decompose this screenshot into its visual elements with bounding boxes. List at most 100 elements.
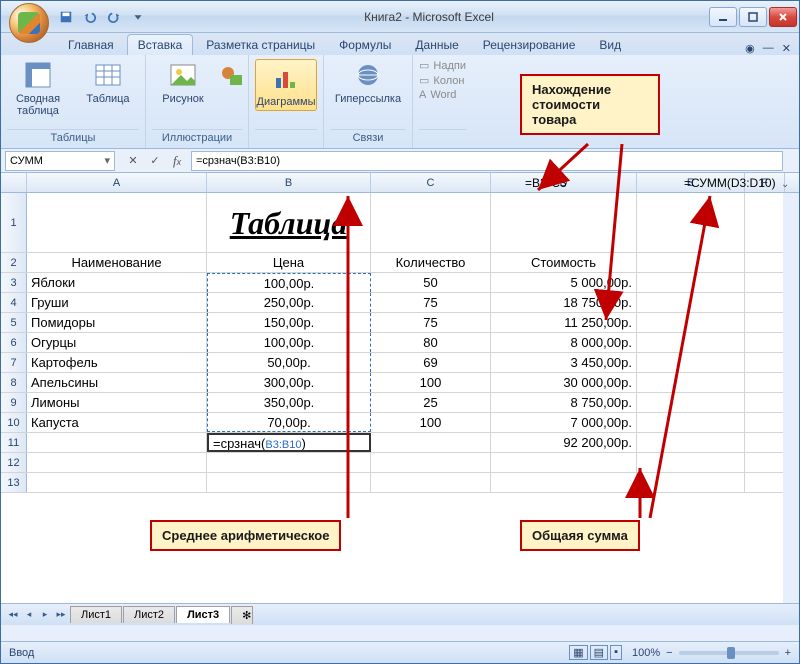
col-A[interactable]: A [27,173,207,192]
name-box[interactable]: СУММ ▾ [5,151,115,171]
header-cost[interactable]: Стоимость [491,253,637,272]
qat-redo[interactable] [103,6,125,28]
sheet-next[interactable]: ▸ [37,607,53,623]
name-box-dropdown-icon[interactable]: ▾ [104,154,110,167]
zoom-control[interactable]: 100% − + [632,647,791,659]
tab-formulas[interactable]: Формулы [328,34,402,55]
cell-A4[interactable]: Груши [27,293,207,312]
rowh-10[interactable]: 10 [1,413,27,432]
formula-accept[interactable]: ✓ [145,152,165,170]
zoom-slider[interactable] [679,651,779,655]
horizontal-scrollbar[interactable] [1,625,799,641]
cell-B4[interactable]: 250,00р. [207,293,371,312]
cell-B3[interactable]: 100,00р. [207,273,371,292]
cell-C9[interactable]: 25 [371,393,491,412]
tab-home[interactable]: Главная [57,34,125,55]
header-name[interactable]: Наименование [27,253,207,272]
cell-D3[interactable]: 5 000,00р. [491,273,637,292]
cell-D7[interactable]: 3 450,00р. [491,353,637,372]
rowh-7[interactable]: 7 [1,353,27,372]
cell-A9[interactable]: Лимоны [27,393,207,412]
cell-D9[interactable]: 8 750,00р. [491,393,637,412]
minimize-button[interactable] [709,7,737,27]
select-all-corner[interactable] [1,173,27,192]
formula-input[interactable]: =срзнач(B3:B10) [191,151,783,171]
sheet-prev[interactable]: ◂ [21,607,37,623]
picture-button[interactable]: Рисунок [152,59,214,105]
qat-save[interactable] [55,6,77,28]
cell-A5[interactable]: Помидоры [27,313,207,332]
formula-expand-icon[interactable]: ⌄ [781,179,789,190]
cell-C7[interactable]: 69 [371,353,491,372]
pivot-table-button[interactable]: Сводная таблица [7,59,69,117]
cell-C6[interactable]: 80 [371,333,491,352]
wordart-mini[interactable]: AWord [419,89,466,101]
cell-B5[interactable]: 150,00р. [207,313,371,332]
sheet-first[interactable]: ◂◂ [5,607,21,623]
rowh-2[interactable]: 2 [1,253,27,272]
cell-C8[interactable]: 100 [371,373,491,392]
formula-cancel[interactable]: ✕ [123,152,143,170]
clip-art-button[interactable] [222,59,242,91]
tab-view[interactable]: Вид [588,34,632,55]
rowh-5[interactable]: 5 [1,313,27,332]
cell-A6[interactable]: Огурцы [27,333,207,352]
new-sheet-button[interactable]: ✻ [231,606,253,624]
cell-B7[interactable]: 50,00р. [207,353,371,372]
cell-D11[interactable]: 92 200,00р. [491,433,637,452]
doc-close-icon[interactable]: ✕ [782,42,791,55]
maximize-button[interactable] [739,7,767,27]
rowh-4[interactable]: 4 [1,293,27,312]
vertical-scrollbar[interactable] [783,193,799,603]
sheet-1[interactable]: Лист1 [70,606,122,623]
zoom-in-icon[interactable]: + [785,647,791,659]
view-normal-icon[interactable]: ▦ [569,645,587,660]
table-button[interactable]: Таблица [77,59,139,105]
col-C[interactable]: C [371,173,491,192]
cell-D8[interactable]: 30 000,00р. [491,373,637,392]
hyperlink-button[interactable]: Гиперссылка [330,59,406,105]
insert-function[interactable]: fx [167,152,187,170]
charts-button[interactable]: Диаграммы [255,59,317,111]
cell-D4[interactable]: 18 750,00р. [491,293,637,312]
cell-D10[interactable]: 7 000,00р. [491,413,637,432]
qat-dropdown[interactable] [127,6,149,28]
cell-C10[interactable]: 100 [371,413,491,432]
close-button[interactable] [769,7,797,27]
spreadsheet-grid[interactable]: 1 Таблица 2 Наименование Цена Количество… [1,193,799,603]
header-mini[interactable]: ▭Колон [419,74,466,87]
cell-A8[interactable]: Апельсины [27,373,207,392]
rowh-11[interactable]: 11 [1,433,27,452]
office-button[interactable] [9,3,49,43]
cell-B8[interactable]: 300,00р. [207,373,371,392]
rowh-9[interactable]: 9 [1,393,27,412]
cell-B11[interactable]: =срзнач(B3:B10) [207,433,371,452]
cell-C4[interactable]: 75 [371,293,491,312]
cell-B9[interactable]: 350,00р. [207,393,371,412]
cell-title[interactable]: Таблица [207,193,371,252]
textbox-mini[interactable]: ▭Надпи [419,59,466,72]
view-layout-icon[interactable]: ▤ [590,645,608,660]
rowh-3[interactable]: 3 [1,273,27,292]
tab-data[interactable]: Данные [404,34,469,55]
cell-A7[interactable]: Картофель [27,353,207,372]
sheet-last[interactable]: ▸▸ [53,607,69,623]
tab-insert[interactable]: Вставка [127,34,194,55]
sheet-2[interactable]: Лист2 [123,606,175,623]
rowh-8[interactable]: 8 [1,373,27,392]
help-icon[interactable]: ◉ [745,42,755,55]
cell-D5[interactable]: 11 250,00р. [491,313,637,332]
cell-A10[interactable]: Капуста [27,413,207,432]
cell-C3[interactable]: 50 [371,273,491,292]
rowh-1[interactable]: 1 [1,193,27,252]
cell-A3[interactable]: Яблоки [27,273,207,292]
col-B[interactable]: B [207,173,371,192]
sheet-3[interactable]: Лист3 [176,606,230,623]
tab-review[interactable]: Рецензирование [472,34,587,55]
header-qty[interactable]: Количество [371,253,491,272]
cell-C5[interactable]: 75 [371,313,491,332]
view-break-icon[interactable]: ▪ [610,645,622,660]
header-price[interactable]: Цена [207,253,371,272]
cell-B6[interactable]: 100,00р. [207,333,371,352]
rowh-6[interactable]: 6 [1,333,27,352]
